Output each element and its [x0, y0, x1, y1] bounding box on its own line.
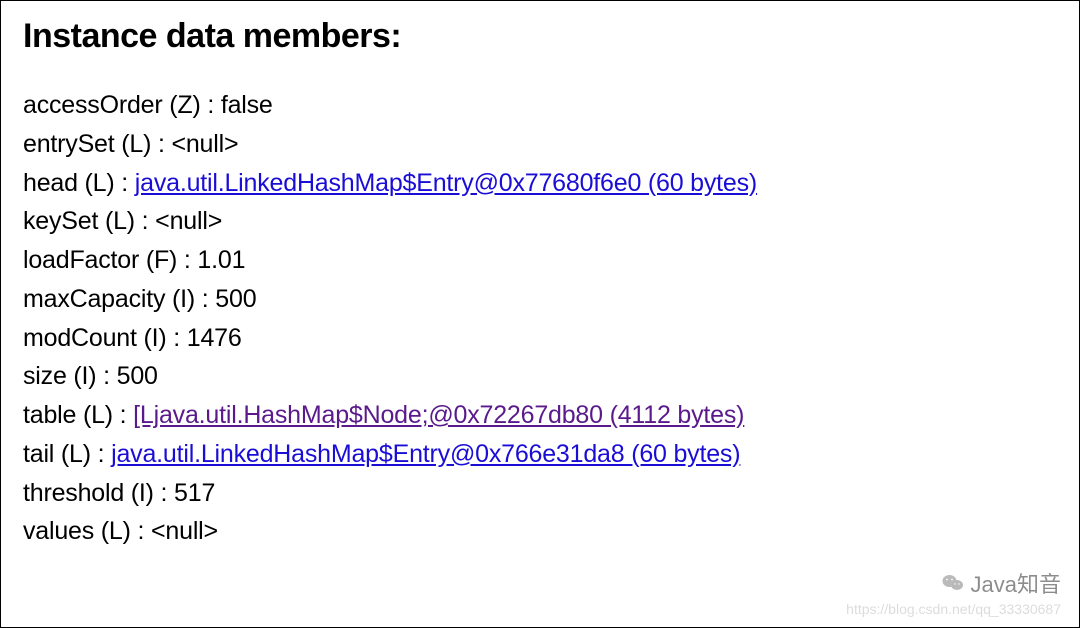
wechat-icon [941, 571, 965, 595]
member-label: table (L) : [23, 401, 133, 429]
member-row: table (L) : [Ljava.util.HashMap$Node;@0x… [23, 396, 1057, 435]
member-value: <null> [171, 130, 238, 158]
member-label: size (I) : [23, 362, 117, 390]
member-value: 1.01 [197, 246, 245, 274]
watermark: Java知音 https://blog.csdn.net/qq_33330687 [846, 567, 1061, 617]
watermark-url: https://blog.csdn.net/qq_33330687 [846, 601, 1061, 617]
member-value: false [221, 91, 273, 119]
member-row: tail (L) : java.util.LinkedHashMap$Entry… [23, 435, 1057, 474]
member-row: loadFactor (F) : 1.01 [23, 241, 1057, 280]
member-value-link[interactable]: [Ljava.util.HashMap$Node;@0x72267db80 (4… [133, 401, 744, 429]
member-value: 1476 [187, 324, 242, 352]
section-heading: Instance data members: [23, 17, 1057, 56]
member-label: tail (L) : [23, 440, 111, 468]
watermark-brand-text: Java知音 [971, 567, 1061, 599]
member-label: modCount (I) : [23, 324, 187, 352]
member-label: head (L) : [23, 169, 135, 197]
member-row: threshold (I) : 517 [23, 474, 1057, 513]
member-label: accessOrder (Z) : [23, 91, 221, 119]
member-label: values (L) : [23, 517, 151, 545]
member-value: 500 [215, 285, 256, 313]
member-value: 500 [117, 362, 158, 390]
member-row: accessOrder (Z) : false [23, 86, 1057, 125]
member-row: modCount (I) : 1476 [23, 319, 1057, 358]
member-value-link[interactable]: java.util.LinkedHashMap$Entry@0x766e31da… [111, 440, 740, 468]
member-value: <null> [151, 517, 218, 545]
member-label: entrySet (L) : [23, 130, 171, 158]
member-label: threshold (I) : [23, 479, 174, 507]
member-row: head (L) : java.util.LinkedHashMap$Entry… [23, 164, 1057, 203]
members-list: accessOrder (Z) : falseentrySet (L) : <n… [23, 86, 1057, 551]
member-value: <null> [155, 207, 222, 235]
member-row: values (L) : <null> [23, 512, 1057, 551]
member-row: entrySet (L) : <null> [23, 125, 1057, 164]
member-row: size (I) : 500 [23, 357, 1057, 396]
member-row: keySet (L) : <null> [23, 202, 1057, 241]
member-value: 517 [174, 479, 215, 507]
member-label: maxCapacity (I) : [23, 285, 215, 313]
member-row: maxCapacity (I) : 500 [23, 280, 1057, 319]
member-label: keySet (L) : [23, 207, 155, 235]
member-value-link[interactable]: java.util.LinkedHashMap$Entry@0x77680f6e… [135, 169, 757, 197]
watermark-brand-row: Java知音 [846, 567, 1061, 599]
member-label: loadFactor (F) : [23, 246, 197, 274]
